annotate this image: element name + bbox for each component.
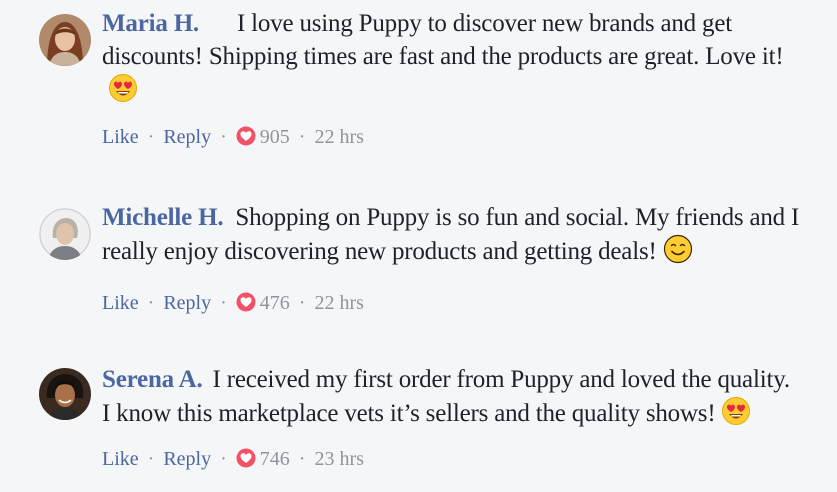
separator-dot: · bbox=[220, 126, 227, 148]
separator-dot: · bbox=[220, 292, 227, 314]
avatar[interactable] bbox=[39, 368, 91, 420]
separator-dot: · bbox=[220, 448, 227, 470]
reaction-count[interactable]: 746 bbox=[260, 448, 290, 470]
comment-body: Michelle H. Shopping on Puppy is so fun a… bbox=[102, 201, 802, 268]
like-link[interactable]: Like bbox=[102, 448, 139, 470]
comment-body: Serena A. I received my first order from … bbox=[102, 363, 802, 430]
avatar-image bbox=[39, 368, 91, 420]
reaction-count[interactable]: 905 bbox=[260, 126, 290, 148]
separator-dot: · bbox=[298, 126, 306, 148]
reply-link[interactable]: Reply bbox=[163, 292, 211, 314]
separator-dot: · bbox=[147, 292, 155, 314]
comment-actions: Like · Reply · 476 · 22 hrs bbox=[102, 291, 364, 315]
comment-timestamp[interactable]: 23 hrs bbox=[314, 448, 363, 470]
reply-link[interactable]: Reply bbox=[163, 448, 211, 470]
comment-body: Maria H. I love using Puppy to discover n… bbox=[102, 7, 802, 107]
smiling-face-emoji-icon bbox=[663, 234, 693, 264]
comment-text: I love using Puppy to discover new brand… bbox=[102, 10, 784, 70]
comment-text: I received my first order from Puppy and… bbox=[102, 366, 790, 427]
separator-dot: · bbox=[147, 448, 155, 470]
love-reaction-icon[interactable] bbox=[236, 126, 256, 146]
reply-link[interactable]: Reply bbox=[163, 126, 211, 148]
reaction-count[interactable]: 476 bbox=[260, 292, 290, 314]
love-reaction-icon[interactable] bbox=[236, 448, 256, 468]
comment-author-link[interactable]: Serena A. bbox=[102, 366, 203, 393]
love-reaction-icon[interactable] bbox=[236, 292, 256, 312]
heart-eyes-emoji-icon bbox=[108, 73, 138, 103]
separator-dot: · bbox=[298, 292, 306, 314]
separator-dot: · bbox=[298, 448, 306, 470]
comment-actions: Like · Reply · 746 · 23 hrs bbox=[102, 447, 364, 471]
comment-timestamp[interactable]: 22 hrs bbox=[314, 126, 363, 148]
avatar-image bbox=[39, 208, 91, 260]
heart-eyes-emoji-icon bbox=[721, 396, 751, 426]
comment-list: Maria H. I love using Puppy to discover n… bbox=[0, 0, 837, 492]
comment-author-link[interactable]: Maria H. bbox=[102, 10, 199, 37]
avatar-image bbox=[39, 14, 91, 66]
avatar[interactable] bbox=[39, 14, 91, 66]
comment-timestamp[interactable]: 22 hrs bbox=[314, 292, 363, 314]
like-link[interactable]: Like bbox=[102, 292, 139, 314]
like-link[interactable]: Like bbox=[102, 126, 139, 148]
avatar[interactable] bbox=[39, 208, 91, 260]
comment-author-link[interactable]: Michelle H. bbox=[102, 204, 224, 231]
separator-dot: · bbox=[147, 126, 155, 148]
comment-actions: Like · Reply · 905 · 22 hrs bbox=[102, 125, 364, 149]
